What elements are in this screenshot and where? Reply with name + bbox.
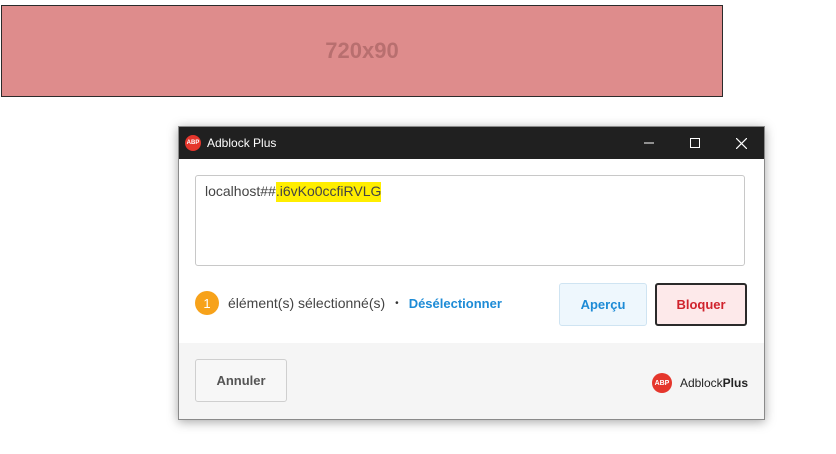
- abp-logo-icon: ABP: [185, 135, 201, 151]
- close-button[interactable]: [718, 127, 764, 159]
- maximize-icon: [690, 138, 700, 148]
- selected-count: 1: [203, 295, 211, 311]
- ad-placeholder-label: 720x90: [325, 38, 399, 63]
- brand-name-bold: Plus: [722, 376, 748, 390]
- selected-label: élément(s) sélectionné(s): [228, 295, 386, 311]
- brand-logo: ABP Adblock Plus: [651, 373, 748, 393]
- abp-brand-logo-text: ABP: [654, 379, 670, 387]
- window-controls: [626, 127, 764, 159]
- dialog-footer: Annuler ABP Adblock Plus: [179, 343, 764, 419]
- selected-count-badge: 1: [195, 291, 219, 315]
- filter-textarea[interactable]: localhost##.i6vKo0ccfiRVLG: [195, 175, 745, 266]
- minimize-icon: [644, 142, 654, 144]
- brand-name-regular: Adblock: [679, 376, 723, 390]
- selection-row: 1 élément(s) sélectionné(s) • Désélectio…: [195, 291, 502, 315]
- separator-dot: •: [395, 297, 399, 309]
- adblock-dialog: ABP Adblock Plus localhost##.i6vKo0ccfiR…: [178, 126, 765, 420]
- deselect-link[interactable]: Désélectionner: [409, 296, 502, 311]
- cancel-button[interactable]: Annuler: [195, 359, 287, 402]
- filter-domain: localhost##: [205, 183, 276, 199]
- title-bar[interactable]: ABP Adblock Plus: [179, 127, 764, 159]
- window-title: Adblock Plus: [207, 136, 277, 150]
- filter-selector-highlight: .i6vKo0ccfiRVLG: [275, 182, 382, 202]
- abp-brand-icon: ABP: [651, 373, 672, 393]
- preview-button[interactable]: Aperçu: [559, 283, 647, 326]
- ad-placeholder: 720x90: [1, 5, 723, 97]
- block-button[interactable]: Bloquer: [655, 283, 747, 326]
- close-icon: [735, 137, 747, 149]
- maximize-button[interactable]: [672, 127, 718, 159]
- minimize-button[interactable]: [626, 127, 672, 159]
- abp-logo-text: ABP: [186, 140, 200, 146]
